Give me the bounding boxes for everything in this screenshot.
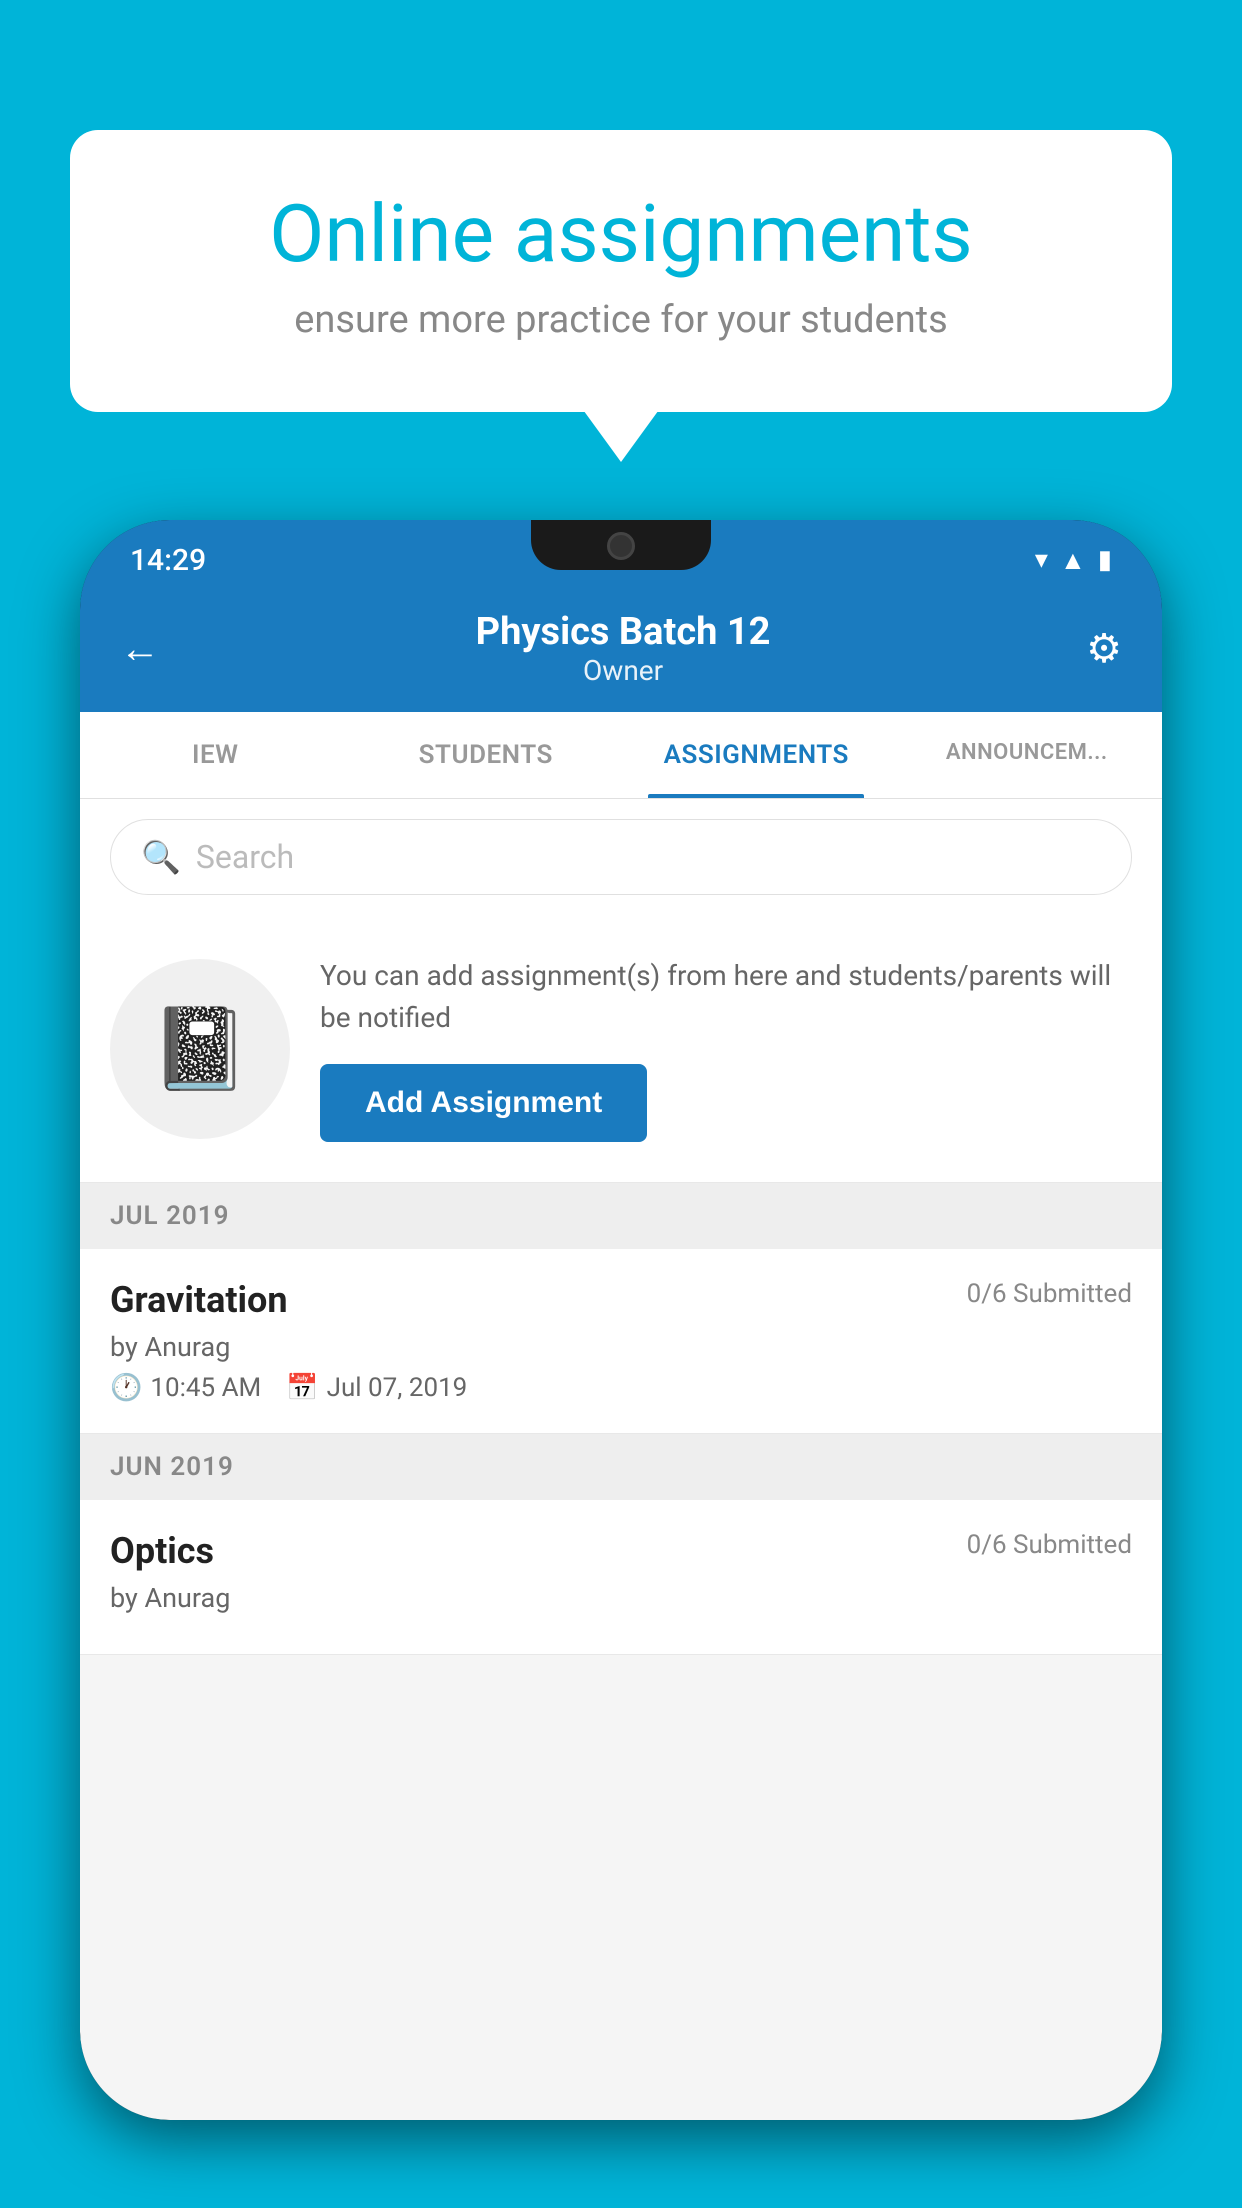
header-title: Physics Batch 12 (476, 610, 771, 654)
status-time: 14:29 (130, 543, 206, 578)
assignment-item-optics[interactable]: Optics 0/6 Submitted by Anurag (80, 1500, 1162, 1655)
wifi-icon: ▾ (1035, 545, 1048, 575)
search-placeholder: Search (196, 838, 294, 876)
assignment-submitted-gravitation: 0/6 Submitted (967, 1279, 1132, 1309)
signal-icon: ▲ (1060, 545, 1086, 576)
assignment-name-gravitation: Gravitation (110, 1279, 288, 1321)
date-value: Jul 07, 2019 (327, 1373, 468, 1403)
assignment-name-optics: Optics (110, 1530, 214, 1572)
bubble-title: Online assignments (140, 190, 1102, 278)
assignment-submitted-optics: 0/6 Submitted (967, 1530, 1132, 1560)
tab-assignments[interactable]: ASSIGNMENTS (621, 712, 892, 798)
assignment-top-row: Gravitation 0/6 Submitted (110, 1279, 1132, 1321)
section-header-jun: JUN 2019 (80, 1434, 1162, 1500)
assignment-icon-circle: 📓 (110, 959, 290, 1139)
phone-frame: 14:29 ▾ ▲ ▮ ← Physics Batch 12 Owner ⚙ I… (80, 520, 1162, 2120)
calendar-icon: 📅 (286, 1373, 318, 1403)
add-assignment-description: You can add assignment(s) from here and … (320, 955, 1132, 1039)
section-header-jul: JUL 2019 (80, 1183, 1162, 1249)
assignment-by-gravitation: by Anurag (110, 1331, 1132, 1363)
phone-wrapper: 14:29 ▾ ▲ ▮ ← Physics Batch 12 Owner ⚙ I… (80, 520, 1162, 2208)
assignment-top-row-optics: Optics 0/6 Submitted (110, 1530, 1132, 1572)
tab-bar: IEW STUDENTS ASSIGNMENTS ANNOUNCEM... (80, 712, 1162, 799)
section-label-jul: JUL 2019 (110, 1201, 230, 1231)
assignment-meta-gravitation: 🕐 10:45 AM 📅 Jul 07, 2019 (110, 1373, 1132, 1403)
battery-icon: ▮ (1098, 545, 1112, 575)
status-icons: ▾ ▲ ▮ (1035, 545, 1112, 576)
speech-bubble-container: Online assignments ensure more practice … (70, 130, 1172, 412)
tab-announcements[interactable]: ANNOUNCEM... (892, 712, 1163, 798)
time-value: 10:45 AM (150, 1373, 261, 1403)
settings-icon[interactable]: ⚙ (1086, 625, 1122, 672)
clock-icon: 🕐 (110, 1373, 142, 1403)
search-bar[interactable]: 🔍 Search (110, 819, 1132, 895)
search-icon: 🔍 (141, 838, 181, 876)
tab-iew[interactable]: IEW (80, 712, 351, 798)
assignment-item-gravitation[interactable]: Gravitation 0/6 Submitted by Anurag 🕐 10… (80, 1249, 1162, 1434)
section-label-jun: JUN 2019 (110, 1452, 234, 1482)
phone-screen: 14:29 ▾ ▲ ▮ ← Physics Batch 12 Owner ⚙ I… (80, 520, 1162, 2120)
phone-notch (531, 520, 711, 570)
add-assignment-card: 📓 You can add assignment(s) from here an… (80, 915, 1162, 1183)
add-assignment-button[interactable]: Add Assignment (320, 1064, 647, 1142)
notebook-icon: 📓 (150, 1002, 250, 1096)
front-camera (607, 532, 635, 560)
header-center: Physics Batch 12 Owner (476, 610, 771, 687)
assignment-date-gravitation: 📅 Jul 07, 2019 (286, 1373, 467, 1403)
bubble-subtitle: ensure more practice for your students (140, 298, 1102, 342)
speech-bubble: Online assignments ensure more practice … (70, 130, 1172, 412)
header-subtitle: Owner (476, 654, 771, 687)
screen-content: 🔍 Search 📓 You can add assignment(s) fro… (80, 799, 1162, 2120)
assignment-by-optics: by Anurag (110, 1582, 1132, 1614)
back-button[interactable]: ← (120, 625, 160, 672)
assignment-time-gravitation: 🕐 10:45 AM (110, 1373, 261, 1403)
tab-students[interactable]: STUDENTS (351, 712, 622, 798)
app-header: ← Physics Batch 12 Owner ⚙ (80, 590, 1162, 712)
add-assignment-content: You can add assignment(s) from here and … (320, 955, 1132, 1142)
search-container: 🔍 Search (80, 799, 1162, 915)
